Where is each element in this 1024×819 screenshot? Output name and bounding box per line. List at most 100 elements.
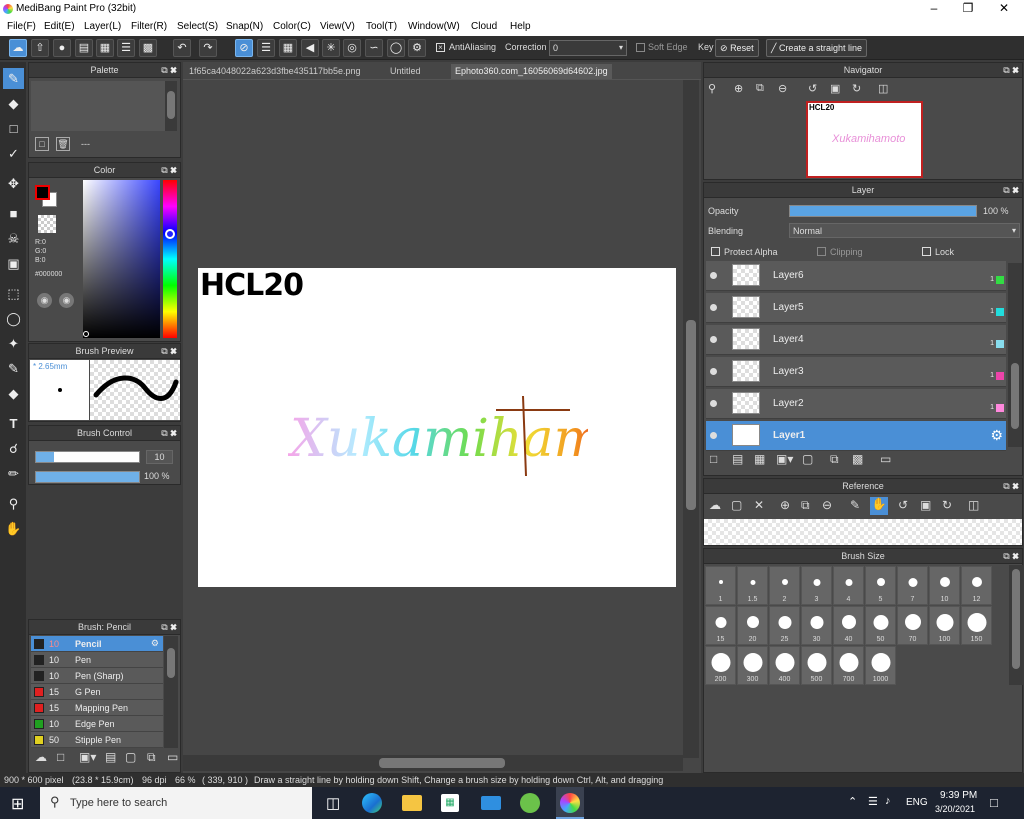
- taskbar-search[interactable]: ⚲ Type here to search: [40, 787, 312, 819]
- canvas-hscroll-thumb[interactable]: [379, 758, 505, 768]
- rotate-right-icon[interactable]: ↻: [852, 82, 861, 95]
- brush-size-100[interactable]: 100: [929, 606, 960, 645]
- upload-reference-icon[interactable]: ☁: [709, 498, 721, 512]
- brush-size-50[interactable]: 50: [865, 606, 896, 645]
- visibility-eye-icon[interactable]: [710, 304, 717, 311]
- minimize-button[interactable]: –: [916, 0, 952, 18]
- menu-window[interactable]: Window(W): [408, 21, 460, 32]
- folder-icon[interactable]: ▢: [125, 750, 136, 764]
- eraser-tool-icon[interactable]: ◆: [3, 93, 24, 114]
- select-pen-icon[interactable]: ✎: [3, 358, 24, 379]
- open-folder-icon[interactable]: ▢: [731, 498, 742, 512]
- medibang-paint-active-icon[interactable]: [556, 787, 584, 819]
- maximize-button[interactable]: ❐: [950, 0, 986, 18]
- brush-settings-icon[interactable]: ▤: [105, 750, 116, 764]
- blending-select[interactable]: Normal ▾: [789, 223, 1020, 238]
- doc-icon[interactable]: ▦: [96, 39, 114, 57]
- brush-size-40[interactable]: 40: [833, 606, 864, 645]
- rotate-right-icon[interactable]: ↻: [942, 498, 952, 512]
- brush-size-30[interactable]: 30: [801, 606, 832, 645]
- crisscross-snap-icon[interactable]: ▦: [279, 39, 297, 57]
- menu-help[interactable]: Help: [510, 21, 531, 32]
- new-palette-icon[interactable]: □: [35, 137, 49, 151]
- soft-edge-checkbox[interactable]: [636, 43, 645, 52]
- parallel-snap-icon[interactable]: ☰: [257, 39, 275, 57]
- cloud-upload-icon[interactable]: ☁: [9, 39, 27, 57]
- reference-canvas[interactable]: [704, 519, 1022, 545]
- file-explorer-icon[interactable]: [402, 795, 422, 811]
- delete-brush-icon[interactable]: ▭: [167, 750, 178, 764]
- layer-row-layer1[interactable]: Layer1 ⚙: [706, 421, 1006, 451]
- comment-icon[interactable]: ●: [53, 39, 71, 57]
- reset-button[interactable]: ⊘ Reset: [715, 39, 759, 57]
- hue-slider[interactable]: [163, 180, 177, 338]
- delete-layer-icon[interactable]: ▭: [880, 452, 891, 466]
- fit-icon[interactable]: ⧉: [801, 498, 810, 513]
- brush-size-scroll-thumb[interactable]: [1012, 569, 1020, 669]
- rotate-left-icon[interactable]: ↺: [808, 82, 817, 95]
- new-brush-icon[interactable]: □: [57, 750, 64, 764]
- brush-item-stipple-pen[interactable]: 50 Stipple Pen: [31, 732, 163, 748]
- vanishing-snap-icon[interactable]: ◀: [301, 39, 319, 57]
- chevron-up-icon[interactable]: ⌃: [848, 795, 857, 808]
- brush-size-1-5[interactable]: 1.5: [737, 566, 768, 605]
- brush-size-scrollbar[interactable]: [1009, 565, 1023, 685]
- clock-date[interactable]: 3/20/2021: [935, 804, 975, 814]
- brush-size-500[interactable]: 500: [801, 646, 832, 685]
- canvas-vertical-scrollbar[interactable]: [683, 80, 699, 758]
- panel-controls-icon[interactable]: ⧉ ✖: [1003, 63, 1019, 78]
- brush-size-1000[interactable]: 1000: [865, 646, 896, 685]
- panel-controls-icon[interactable]: ⧉ ✖: [161, 620, 177, 635]
- brush-size-1[interactable]: 1: [705, 566, 736, 605]
- panel-controls-icon[interactable]: ⧉ ✖: [161, 63, 177, 78]
- flip-icon[interactable]: ◫: [878, 82, 888, 95]
- transparent-swatch[interactable]: [38, 215, 56, 233]
- brush-menu-icon[interactable]: ▣▾: [79, 750, 96, 764]
- menu-layer[interactable]: Layer(L): [84, 21, 121, 32]
- saturation-value-picker[interactable]: [83, 180, 160, 338]
- rotate-left-icon[interactable]: ↺: [898, 498, 908, 512]
- brush-size-300[interactable]: 300: [737, 646, 768, 685]
- divide-tool-icon[interactable]: ☌: [3, 438, 24, 459]
- panel-controls-icon[interactable]: ⧉ ✖: [161, 426, 177, 441]
- menu-filter[interactable]: Filter(R): [131, 21, 167, 32]
- brush-size-400[interactable]: 400: [769, 646, 800, 685]
- new-layer-icon[interactable]: □: [710, 452, 717, 466]
- operation-tool-icon[interactable]: ✏: [3, 463, 24, 484]
- wifi-icon[interactable]: ☰: [868, 795, 878, 808]
- layer-row-layer2[interactable]: Layer2 1: [706, 389, 1006, 419]
- layer-scrollbar[interactable]: [1008, 263, 1022, 447]
- brush-size-70[interactable]: 70: [897, 606, 928, 645]
- duplicate-layer-icon[interactable]: ⧉: [830, 452, 839, 467]
- brush-size-20[interactable]: 20: [737, 606, 768, 645]
- menu-snap[interactable]: Snap(N): [226, 21, 263, 32]
- layer-row-layer5[interactable]: Layer5 1: [706, 293, 1006, 323]
- brush-list-scrollbar[interactable]: [164, 636, 178, 748]
- gear-icon[interactable]: ⚙: [151, 638, 159, 649]
- visibility-eye-icon[interactable]: [710, 432, 717, 439]
- trash-icon[interactable]: 🗑: [56, 137, 70, 151]
- brush-size-2[interactable]: 2: [769, 566, 800, 605]
- brush-size-10[interactable]: 10: [929, 566, 960, 605]
- task-view-icon[interactable]: ◫: [326, 794, 340, 812]
- panel-controls-icon[interactable]: ⧉ ✖: [161, 344, 177, 359]
- brush-size-4[interactable]: 4: [833, 566, 864, 605]
- upload-brush-icon[interactable]: ☁: [35, 750, 47, 764]
- language-indicator[interactable]: ENG: [906, 797, 928, 808]
- brush-size-5[interactable]: 5: [865, 566, 896, 605]
- hand-icon[interactable]: ✋: [870, 497, 888, 515]
- settings-snap-icon[interactable]: ⚙: [408, 39, 426, 57]
- medibang-app-icon[interactable]: [520, 793, 540, 813]
- eyedropper-tool-icon[interactable]: ⚲: [3, 493, 24, 514]
- palette-swatch-area[interactable]: [31, 81, 165, 131]
- gear-icon[interactable]: ⚙: [990, 427, 1003, 444]
- brush-size-slider[interactable]: [35, 451, 140, 463]
- brush-size-700[interactable]: 700: [833, 646, 864, 685]
- foreground-color-swatch[interactable]: [35, 185, 50, 200]
- visibility-eye-icon[interactable]: [710, 336, 717, 343]
- redo-icon[interactable]: ↷: [199, 39, 217, 57]
- protect-alpha-checkbox[interactable]: [711, 247, 720, 256]
- drawing-canvas[interactable]: HCL20 Xukamihamoto: [198, 268, 676, 587]
- clipping-checkbox[interactable]: [817, 247, 826, 256]
- list-icon[interactable]: ☰: [117, 39, 135, 57]
